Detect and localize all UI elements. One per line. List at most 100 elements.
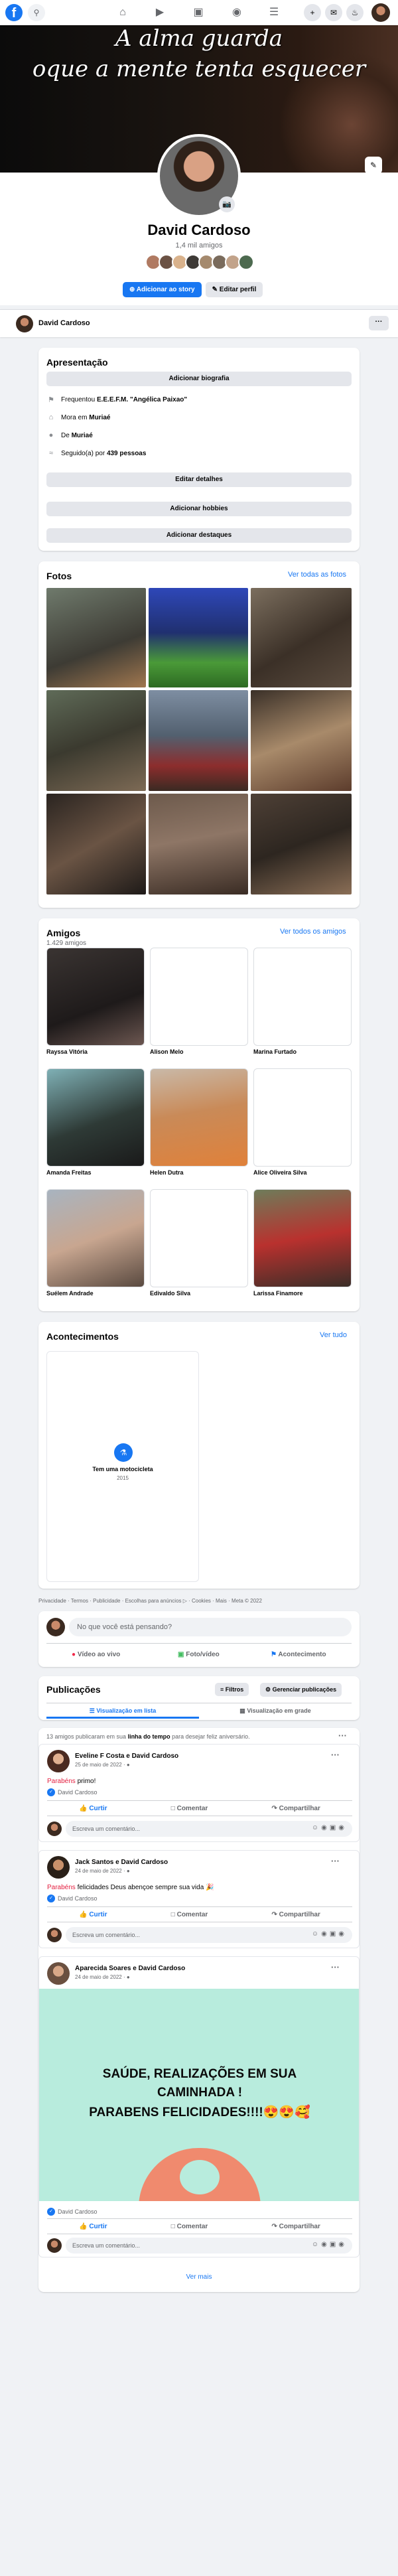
watch-icon[interactable]: ▶ — [153, 5, 167, 20]
facebook-logo[interactable]: f — [5, 4, 23, 21]
search-icon[interactable]: ⚲ — [28, 4, 45, 21]
photo-thumbnail[interactable] — [46, 588, 146, 687]
friend-card[interactable]: Marina Furtado — [253, 948, 352, 1055]
avatar[interactable] — [47, 1750, 70, 1772]
groups-icon[interactable]: ◉ — [230, 5, 244, 20]
friend-card[interactable]: Helen Dutra — [150, 1068, 248, 1176]
avatar[interactable] — [47, 1928, 62, 1942]
sticky-profile-name[interactable]: David Cardoso — [38, 319, 90, 327]
comment-input[interactable]: Escreva um comentário... — [66, 1927, 352, 1943]
friend-name[interactable]: Alison Melo — [150, 1048, 248, 1055]
photo-thumbnail[interactable] — [149, 690, 248, 791]
emoji-icons[interactable]: ☺◉▣◉ — [312, 1824, 347, 1831]
friend-card[interactable]: Larissa Finamore — [253, 1189, 352, 1297]
friend-photo[interactable] — [46, 1068, 145, 1167]
friend-card[interactable]: Suélem Andrade — [46, 1189, 145, 1297]
messenger-icon[interactable]: ✉ — [325, 4, 342, 21]
post-date[interactable]: 24 de maio de 2022 · ● — [75, 1868, 130, 1874]
comment-button[interactable]: □ Comentar — [171, 1805, 208, 1812]
friend-name[interactable]: Rayssa Vitória — [46, 1048, 145, 1055]
account-avatar[interactable] — [371, 3, 390, 22]
plus-icon[interactable]: + — [304, 4, 321, 21]
friend-card[interactable]: Alison Melo — [150, 948, 248, 1055]
emoji-icons[interactable]: ☺◉▣◉ — [312, 1930, 347, 1938]
avatar[interactable] — [47, 1856, 70, 1879]
photo-thumbnail[interactable] — [251, 588, 352, 687]
avatar[interactable] — [46, 1618, 65, 1636]
post-date[interactable]: 25 de maio de 2022 · ● — [75, 1762, 130, 1768]
tab-list-view[interactable]: ☰ Visualização em lista — [46, 1704, 199, 1719]
friend-photo[interactable] — [46, 1189, 145, 1287]
reactions-row[interactable]: ✓ David Cardoso — [47, 2208, 98, 2216]
avatar[interactable] — [47, 1822, 62, 1836]
friend-photo[interactable] — [253, 1189, 352, 1287]
friend-card[interactable]: Edivaldo Silva — [150, 1189, 248, 1297]
life-event-item[interactable]: ⚗ Tem uma motocicleta 2015 — [46, 1351, 199, 1582]
marketplace-icon[interactable]: ▣ — [191, 5, 206, 20]
post-image[interactable]: SAÚDE, REALIZAÇÕES EM SUA CAMINHADA ! PA… — [39, 1989, 359, 2201]
photo-thumbnail[interactable] — [251, 690, 352, 791]
see-more-link[interactable]: Ver mais — [38, 2273, 360, 2281]
share-button[interactable]: ↷ Compartilhar — [271, 2223, 320, 2230]
home-icon[interactable]: ⌂ — [115, 5, 130, 20]
friend-name[interactable]: Alice Oliveira Silva — [253, 1169, 352, 1176]
share-button[interactable]: ↷ Compartilhar — [271, 1805, 320, 1812]
birthday-summary[interactable]: 13 amigos publicaram em sua linha do tem… — [46, 1733, 250, 1740]
edit-details-button[interactable]: Editar detalhes — [46, 472, 352, 487]
friend-avatar[interactable] — [238, 254, 254, 270]
friends-count[interactable]: 1,4 mil amigos — [0, 242, 398, 250]
friend-name[interactable]: Marina Furtado — [253, 1048, 352, 1055]
avatar[interactable] — [47, 1962, 70, 1985]
add-story-button[interactable]: ⊕ Adicionar ao story — [123, 282, 202, 297]
post-options-icon[interactable]: ··· — [331, 1962, 340, 1972]
friend-photo[interactable] — [150, 1189, 248, 1287]
friend-card[interactable]: Alice Oliveira Silva — [253, 1068, 352, 1176]
post-author[interactable]: Jack Santos e David Cardoso — [75, 1859, 168, 1866]
like-button[interactable]: 👍 Curtir — [79, 2223, 107, 2230]
photo-thumbnail[interactable] — [251, 794, 352, 894]
photo-video-button[interactable]: ▣ Foto/vídeo — [178, 1651, 220, 1658]
post-author[interactable]: Aparecida Soares e David Cardoso — [75, 1965, 185, 1972]
photo-thumbnail[interactable] — [149, 794, 248, 894]
comment-button[interactable]: □ Comentar — [171, 2223, 208, 2230]
friend-photo[interactable] — [46, 948, 145, 1046]
emoji-icons[interactable]: ☺◉▣◉ — [312, 2241, 347, 2248]
friend-name[interactable]: Suélem Andrade — [46, 1290, 145, 1297]
friend-name[interactable]: Larissa Finamore — [253, 1290, 352, 1297]
more-options-button[interactable]: ··· — [369, 316, 389, 330]
tab-grid-view[interactable]: ▦ Visualização em grade — [199, 1704, 352, 1719]
photo-thumbnail[interactable] — [46, 794, 146, 894]
like-button[interactable]: 👍 Curtir — [79, 1911, 107, 1918]
see-all-photos-link[interactable]: Ver todas as fotos — [288, 571, 346, 579]
manage-posts-button[interactable]: ⚙ Gerenciar publicações — [260, 1683, 342, 1697]
comment-input[interactable]: Escreva um comentário... — [66, 2238, 352, 2254]
camera-icon[interactable]: 📷 — [219, 196, 235, 212]
photo-thumbnail[interactable] — [149, 588, 248, 687]
friend-avatars-row[interactable] — [145, 254, 254, 270]
comment-input[interactable]: Escreva um comentário... — [66, 1821, 352, 1837]
friend-card[interactable]: Amanda Freitas — [46, 1068, 145, 1176]
post-options-icon[interactable]: ··· — [331, 1856, 340, 1866]
footer-links[interactable]: Privacidade · Termos · Publicidade · Esc… — [38, 1598, 360, 1604]
composer-input[interactable]: No que você está pensando? — [69, 1618, 352, 1636]
see-all-friends-link[interactable]: Ver todos os amigos — [280, 928, 346, 936]
friend-name[interactable]: Edivaldo Silva — [150, 1290, 248, 1297]
comment-button[interactable]: □ Comentar — [171, 1911, 208, 1918]
menu-icon[interactable]: ☰ — [267, 5, 281, 20]
live-video-button[interactable]: ● Vídeo ao vivo — [72, 1651, 120, 1658]
share-button[interactable]: ↷ Compartilhar — [271, 1911, 320, 1918]
reactions-row[interactable]: ✓ David Cardoso — [47, 1895, 98, 1902]
see-all-events-link[interactable]: Ver tudo — [320, 1331, 347, 1339]
summary-options-icon[interactable]: ··· — [338, 1731, 347, 1741]
life-event-button[interactable]: ⚑ Acontecimento — [271, 1651, 326, 1658]
filters-button[interactable]: ≡ Filtros — [215, 1683, 249, 1696]
friend-card[interactable]: Rayssa Vitória — [46, 948, 145, 1055]
post-options-icon[interactable]: ··· — [331, 1750, 340, 1760]
photo-thumbnail[interactable] — [46, 690, 146, 791]
friend-photo[interactable] — [150, 948, 248, 1046]
avatar[interactable] — [16, 315, 33, 332]
bell-icon[interactable]: ♨ — [346, 4, 364, 21]
friend-photo[interactable] — [253, 1068, 352, 1167]
add-hobbies-button[interactable]: Adicionar hobbies — [46, 502, 352, 516]
friend-photo[interactable] — [150, 1068, 248, 1167]
